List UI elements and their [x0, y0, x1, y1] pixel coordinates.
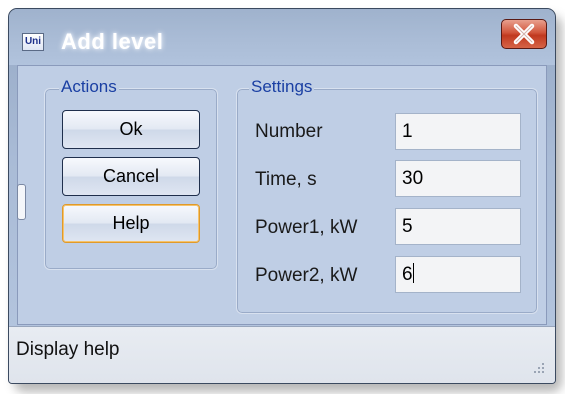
status-text: Display help [16, 339, 120, 360]
number-field[interactable]: 1 [395, 113, 521, 150]
power2-field[interactable]: 6 [395, 256, 521, 293]
time-value: 30 [402, 168, 424, 189]
power1-label: Power1, kW [255, 217, 358, 238]
close-button[interactable] [501, 19, 547, 49]
dialog-window: Uni Add level Actions Ok Cancel Help Set… [8, 8, 556, 384]
time-field[interactable]: 30 [395, 160, 521, 197]
title-bar[interactable]: Uni Add level [9, 9, 555, 65]
power1-field[interactable]: 5 [395, 208, 521, 245]
power2-value: 6 [402, 264, 413, 285]
number-value: 1 [402, 121, 413, 142]
resize-grip-icon[interactable] [531, 360, 545, 374]
settings-group: Settings Number 1 Time, s 30 Power1, kW … [236, 77, 538, 314]
number-label: Number [255, 121, 323, 142]
dialog-body: Actions Ok Cancel Help Settings Number 1… [17, 65, 547, 325]
time-label: Time, s [255, 169, 317, 190]
power2-label: Power2, kW [255, 265, 358, 286]
settings-group-title: Settings [249, 77, 315, 97]
actions-group: Actions Ok Cancel Help [44, 77, 218, 270]
app-icon: Uni [22, 33, 44, 51]
actions-group-title: Actions [59, 77, 119, 97]
ok-button[interactable]: Ok [62, 110, 200, 149]
close-icon [513, 23, 535, 45]
power1-value: 5 [402, 216, 413, 237]
cancel-button[interactable]: Cancel [62, 157, 200, 196]
window-title: Add level [61, 29, 164, 54]
text-caret [412, 263, 414, 283]
side-handle[interactable] [17, 184, 26, 220]
status-bar: Display help [9, 326, 555, 383]
help-button[interactable]: Help [62, 204, 200, 243]
